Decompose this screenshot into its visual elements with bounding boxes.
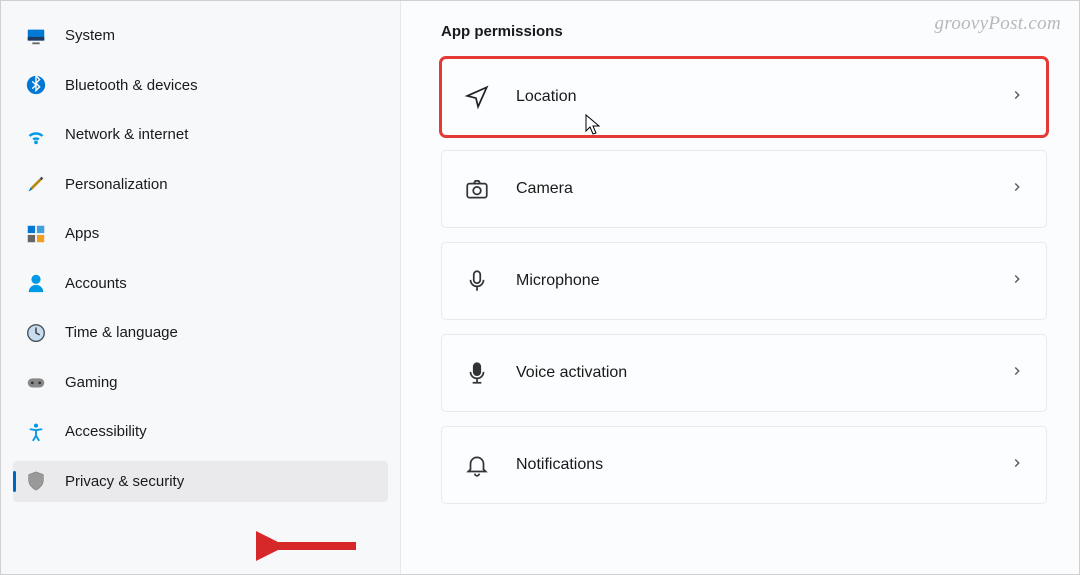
sidebar-item-label: Time & language [65,324,178,341]
sidebar-item-gaming[interactable]: Gaming [13,362,388,403]
card-voice-activation[interactable]: Voice activation [441,334,1047,412]
chevron-right-icon [1010,180,1024,199]
sidebar-item-label: Apps [65,225,99,242]
sidebar-item-time-language[interactable]: Time & language [13,312,388,353]
sidebar-item-personalization[interactable]: Personalization [13,164,388,205]
card-microphone[interactable]: Microphone [441,242,1047,320]
card-label: Camera [516,180,984,198]
sidebar-item-label: Accounts [65,275,127,292]
shield-icon [25,470,47,492]
person-icon [25,272,47,294]
bluetooth-icon [25,74,47,96]
chevron-right-icon [1010,364,1024,383]
main-panel: App permissions Location Camera Mic [401,1,1079,574]
clock-globe-icon [25,322,47,344]
chevron-right-icon [1010,88,1024,107]
wifi-icon [25,124,47,146]
sidebar-item-label: Personalization [65,176,168,193]
sidebar-item-network[interactable]: Network & internet [13,114,388,155]
sidebar-item-accessibility[interactable]: Accessibility [13,411,388,452]
location-arrow-icon [464,84,490,110]
chevron-right-icon [1010,272,1024,291]
sidebar-item-label: Gaming [65,374,118,391]
system-icon [25,25,47,47]
apps-icon [25,223,47,245]
watermark: groovyPost.com [935,13,1061,35]
settings-sidebar: System Bluetooth & devices Network & int… [1,1,401,574]
card-label: Microphone [516,272,984,290]
sidebar-item-apps[interactable]: Apps [13,213,388,254]
voice-activation-icon [464,360,490,386]
card-camera[interactable]: Camera [441,150,1047,228]
gamepad-icon [25,371,47,393]
card-notifications[interactable]: Notifications [441,426,1047,504]
permission-cards: Location Camera Microphone [441,58,1047,504]
sidebar-item-label: Privacy & security [65,473,184,490]
card-label: Notifications [516,456,984,474]
accessibility-icon [25,421,47,443]
bell-icon [464,452,490,478]
chevron-right-icon [1010,456,1024,475]
sidebar-item-label: System [65,27,115,44]
sidebar-item-privacy-security[interactable]: Privacy & security [13,461,388,502]
microphone-icon [464,268,490,294]
card-label: Location [516,88,984,106]
sidebar-item-system[interactable]: System [13,15,388,56]
sidebar-item-label: Accessibility [65,423,147,440]
sidebar-item-bluetooth[interactable]: Bluetooth & devices [13,65,388,106]
camera-icon [464,176,490,202]
sidebar-item-label: Network & internet [65,126,188,143]
sidebar-item-accounts[interactable]: Accounts [13,263,388,304]
card-label: Voice activation [516,364,984,382]
card-location[interactable]: Location [441,58,1047,136]
sidebar-item-label: Bluetooth & devices [65,77,198,94]
paintbrush-icon [25,173,47,195]
